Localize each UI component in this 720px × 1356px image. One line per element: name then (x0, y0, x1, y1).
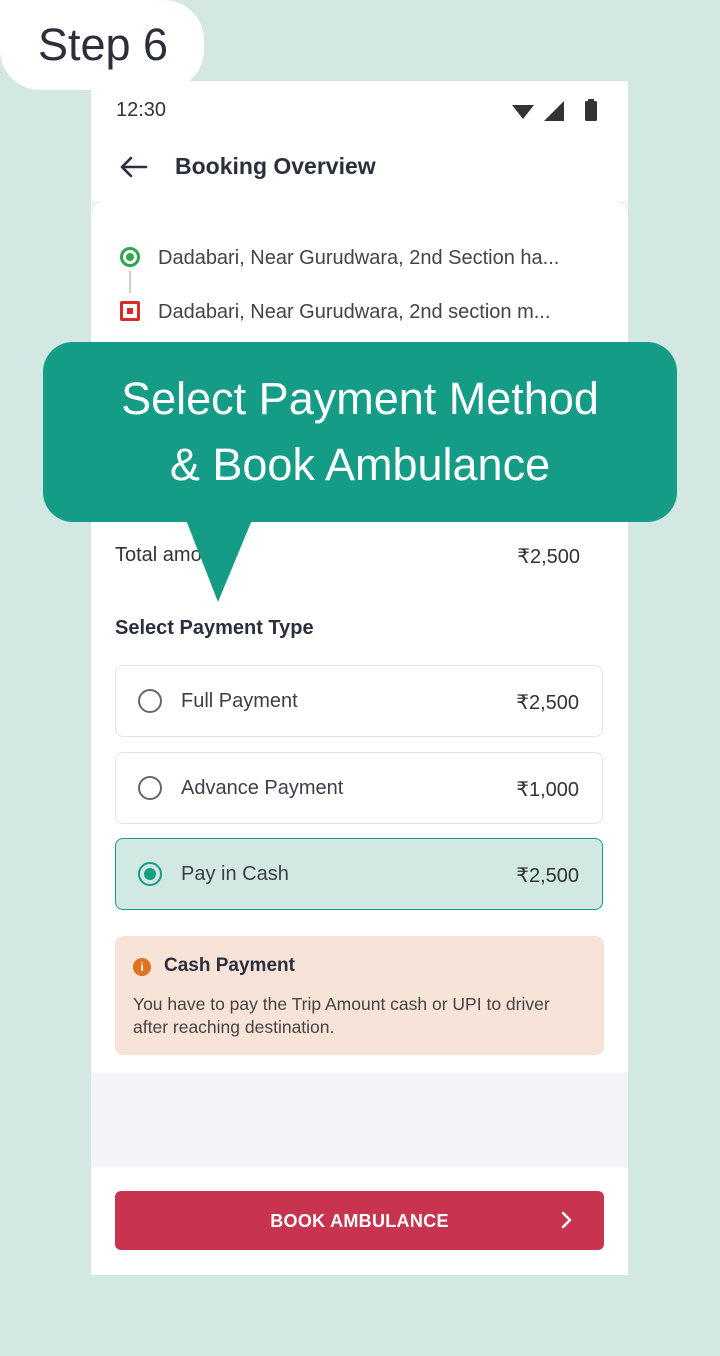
option-label: Pay in Cash (181, 863, 289, 885)
status-time: 12:30 (116, 99, 167, 121)
chevron-right-icon (561, 1211, 572, 1229)
total-amount-value: ₹2,500 (517, 546, 580, 568)
payment-option-cash[interactable]: Pay in Cash ₹2,500 (115, 838, 603, 910)
info-icon: i (133, 958, 151, 976)
status-icons (512, 99, 597, 121)
cash-note-title: Cash Payment (164, 955, 295, 976)
option-label: Advance Payment (181, 777, 344, 799)
wifi-icon (512, 105, 534, 119)
pickup-address: Dadabari, Near Gurudwara, 2nd Section ha… (158, 247, 560, 269)
bottom-bar: BOOK AMBULANCE (91, 1167, 628, 1275)
option-amount: ₹1,000 (516, 779, 579, 801)
route-connector (129, 271, 131, 293)
battery-icon (585, 101, 597, 121)
callout-line-2: & Book Ambulance (169, 439, 551, 490)
payment-option-full[interactable]: Full Payment ₹2,500 (115, 665, 603, 737)
drop-marker-icon (120, 301, 140, 321)
book-ambulance-button[interactable]: BOOK AMBULANCE (115, 1191, 604, 1250)
option-label: Full Payment (181, 690, 298, 712)
pickup-marker-icon (120, 247, 140, 267)
cash-note-text: You have to pay the Trip Amount cash or … (133, 994, 550, 1037)
radio-cash[interactable] (138, 862, 162, 886)
instruction-callout: Select Payment Method & Book Ambulance (43, 342, 677, 522)
step-tag: Step 6 (0, 0, 204, 90)
drop-address: Dadabari, Near Gurudwara, 2nd section m.… (158, 301, 551, 323)
option-amount: ₹2,500 (516, 865, 579, 887)
callout-line-1: Select Payment Method (121, 373, 599, 424)
app-bar: Booking Overview (91, 139, 628, 201)
option-amount: ₹2,500 (516, 692, 579, 714)
phone-screen: 12:30 Booking Overview Dadabari, Near Gu… (91, 81, 628, 1275)
radio-full[interactable] (138, 689, 162, 713)
radio-advance[interactable] (138, 776, 162, 800)
back-arrow-icon[interactable] (118, 153, 150, 181)
status-bar: 12:30 (91, 81, 628, 139)
callout-pointer (186, 520, 252, 602)
book-button-label: BOOK AMBULANCE (270, 1211, 449, 1231)
page-title: Booking Overview (175, 153, 376, 179)
payment-section-title: Select Payment Type (115, 617, 314, 639)
payment-option-advance[interactable]: Advance Payment ₹1,000 (115, 752, 603, 824)
payment-section: Select Payment Type Full Payment ₹2,500 … (91, 597, 628, 1073)
signal-icon (544, 101, 564, 121)
cash-payment-note: i Cash Payment You have to pay the Trip … (115, 936, 604, 1055)
